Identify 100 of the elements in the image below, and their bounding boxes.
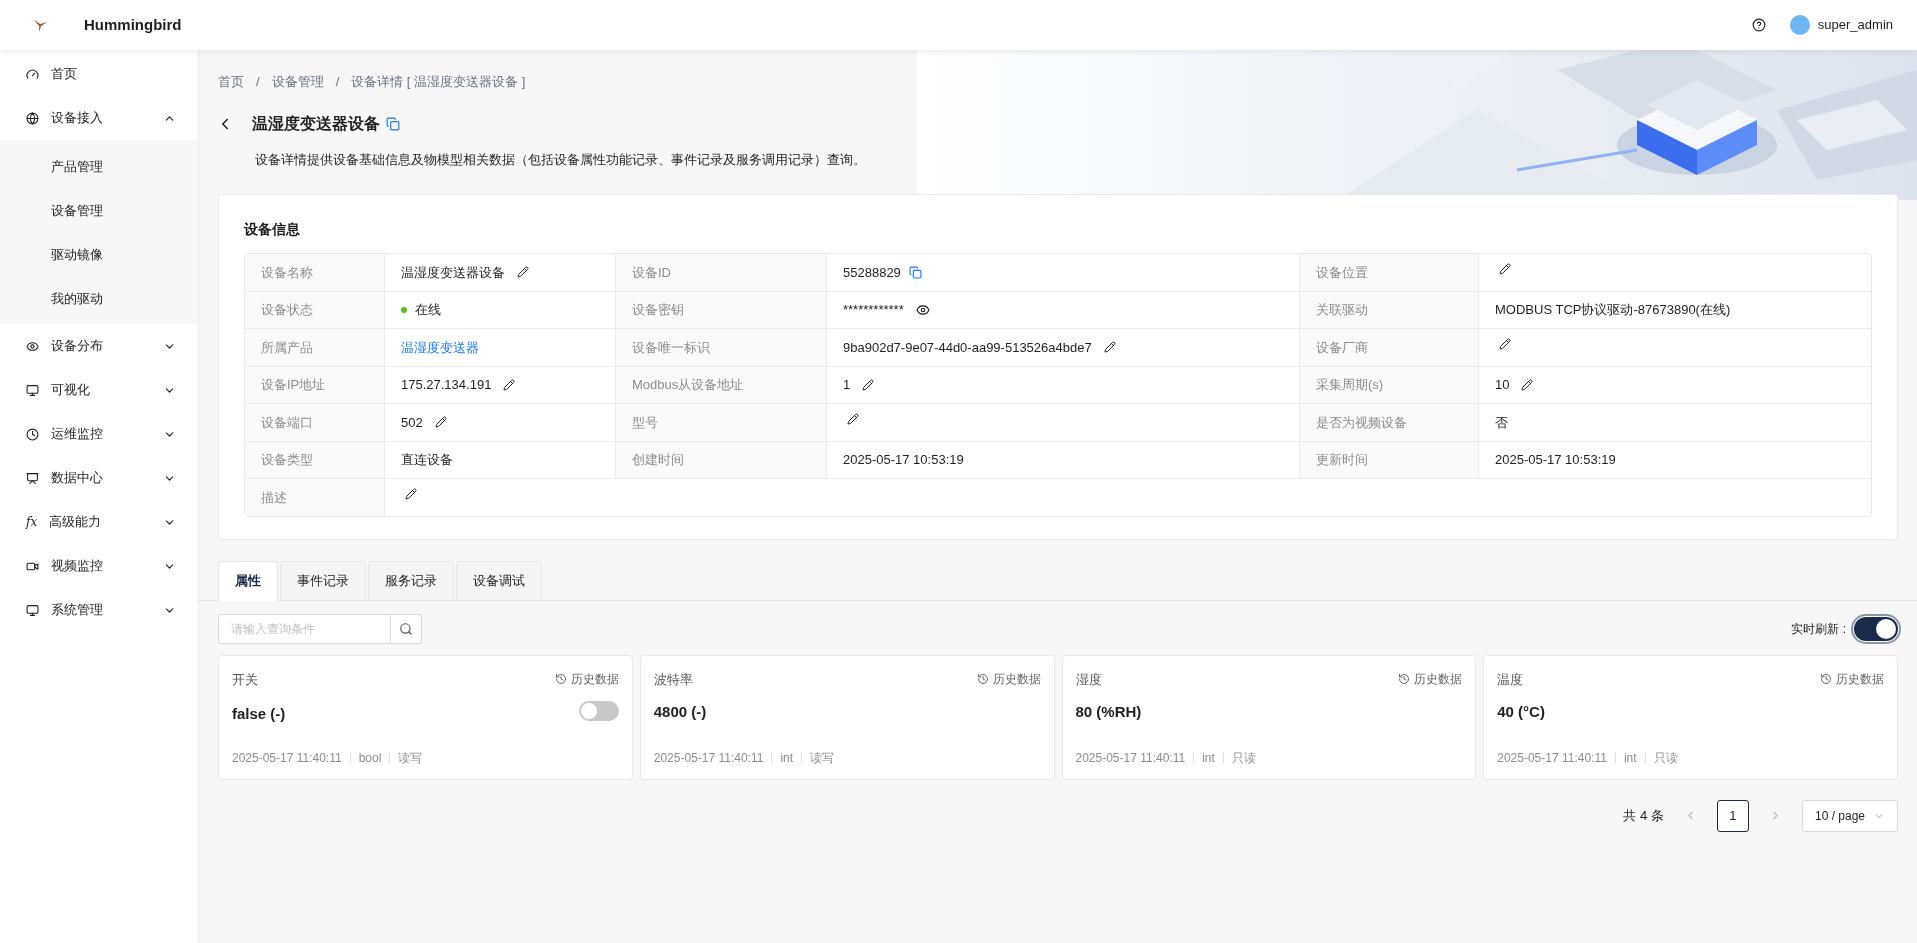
property-value: 80 (%RH): [1075, 702, 1142, 722]
access-mode: 读写: [398, 749, 423, 767]
edit-icon[interactable]: [434, 416, 447, 429]
field-value: 175.27.134.191: [401, 376, 492, 394]
edit-icon[interactable]: [862, 378, 875, 391]
field-value: 10: [1495, 376, 1510, 394]
data-type: bool: [358, 749, 382, 767]
sidebar-item[interactable]: 设备分布: [0, 324, 198, 368]
realtime-refresh-label: 实时刷新 :: [1791, 620, 1846, 638]
dashboard-icon: [26, 67, 39, 81]
history-link[interactable]: 历史数据: [570, 670, 619, 689]
field-label: 设备密钥: [615, 291, 827, 328]
sidebar-item[interactable]: 运维监控: [0, 412, 198, 456]
field-label: 设备状态: [245, 291, 385, 328]
breadcrumb-item[interactable]: 设备管理: [271, 72, 324, 92]
eye-icon: [26, 339, 39, 353]
edit-icon[interactable]: [1521, 378, 1534, 391]
field-value: 温湿度变送器设备: [401, 263, 505, 282]
field-label: 采集周期(s): [1299, 366, 1479, 403]
field-value: 55288829: [843, 263, 901, 282]
field-value: 在线: [415, 301, 441, 319]
search-field[interactable]: 请输入查询条件: [218, 613, 391, 644]
monitor-icon: [26, 603, 39, 617]
eye-icon[interactable]: [915, 302, 930, 317]
edit-icon[interactable]: [1103, 341, 1116, 354]
submenu-item[interactable]: 驱动镜像: [0, 233, 198, 277]
field-label: 设备位置: [1299, 254, 1479, 291]
sidebar-item[interactable]: 设备接入: [0, 96, 198, 140]
toggle-switch[interactable]: [578, 701, 619, 721]
access-mode: 只读: [1653, 749, 1678, 767]
product-link[interactable]: 温湿度变送器: [401, 337, 479, 357]
property-name: 温度: [1497, 670, 1524, 689]
monitor-icon: [26, 383, 39, 397]
page-size-select[interactable]: 10 / page: [1801, 799, 1898, 832]
page-number[interactable]: 1: [1716, 799, 1749, 832]
data-type: int: [1202, 749, 1215, 767]
edit-icon[interactable]: [503, 378, 516, 391]
field-value: 502: [401, 413, 423, 432]
edit-icon[interactable]: [1499, 337, 1511, 350]
search-icon: [399, 621, 413, 636]
copy-icon[interactable]: [908, 265, 922, 279]
edit-icon[interactable]: [847, 412, 859, 425]
sidebar-item[interactable]: fx 高级能力: [0, 500, 198, 544]
sidebar-item[interactable]: 数据中心: [0, 456, 198, 500]
edit-icon[interactable]: [1499, 262, 1511, 275]
sidebar-item[interactable]: 系统管理: [0, 588, 198, 632]
field-value: 直连设备: [401, 451, 453, 469]
history-link[interactable]: 历史数据: [1414, 670, 1463, 689]
breadcrumb-separator: /: [334, 73, 341, 91]
field-value: 2025-05-17 10:53:19: [843, 451, 964, 469]
tab[interactable]: 属性: [218, 560, 278, 601]
field-label: 描述: [245, 479, 385, 516]
access-mode: 只读: [1231, 749, 1256, 767]
edit-icon[interactable]: [517, 266, 529, 279]
sidebar-item[interactable]: 首页: [0, 52, 198, 96]
help-icon[interactable]: [1751, 18, 1766, 32]
breadcrumb-item[interactable]: 首页: [218, 72, 244, 92]
field-label: 设备IP地址: [245, 366, 385, 403]
tab[interactable]: 服务记录: [368, 560, 454, 601]
total-count: 共 4 条: [1623, 806, 1664, 825]
field-label: 设备名称: [245, 254, 385, 291]
function-icon: fx: [26, 513, 38, 531]
field-value: MODBUS TCP协议驱动-87673890(在线): [1495, 301, 1731, 319]
toggle-switch[interactable]: [1854, 616, 1898, 641]
field-value: 1: [843, 376, 851, 394]
property-value: 4800 (-): [653, 702, 707, 722]
tab[interactable]: 事件记录: [280, 560, 366, 601]
sidebar-item[interactable]: 可视化: [0, 368, 198, 412]
field-label: 是否为视频设备: [1299, 404, 1479, 441]
field-label: Modbus从设备地址: [615, 366, 827, 403]
history-icon: [976, 673, 989, 686]
copy-icon[interactable]: [386, 116, 400, 131]
breadcrumb-item: 设备详情 [ 温湿度变送器设备 ]: [351, 73, 526, 91]
field-label: 设备端口: [245, 404, 385, 441]
field-label: 创建时间: [615, 441, 827, 478]
tab[interactable]: 设备调试: [456, 560, 542, 601]
history-link[interactable]: 历史数据: [1836, 670, 1884, 689]
history-link[interactable]: 历史数据: [992, 670, 1041, 689]
field-label: 设备类型: [245, 441, 385, 478]
field-value: 否: [1495, 413, 1508, 432]
submenu-item[interactable]: 设备管理: [0, 189, 198, 233]
field-label: 更新时间: [1299, 441, 1479, 478]
field-label: 关联驱动: [1299, 291, 1479, 328]
history-icon: [554, 673, 567, 686]
timestamp: 2025-05-17 11:40:11: [1075, 749, 1186, 767]
data-type: int: [780, 749, 794, 767]
globe-icon: [26, 111, 39, 125]
search-button[interactable]: [391, 613, 422, 644]
history-icon: [1398, 673, 1411, 686]
breadcrumb-separator: /: [255, 73, 261, 91]
submenu-item[interactable]: 我的驱动: [0, 277, 198, 321]
section-title: 设备信息: [244, 220, 301, 239]
user-name[interactable]: super_admin: [1817, 15, 1893, 35]
property-name: 湿度: [1075, 670, 1102, 689]
edit-icon[interactable]: [405, 487, 417, 500]
property-name: 开关: [232, 670, 258, 689]
submenu-item[interactable]: 产品管理: [0, 145, 198, 189]
field-label: 设备厂商: [1299, 329, 1479, 366]
sidebar-item[interactable]: 视频监控: [0, 544, 198, 588]
history-icon: [1820, 673, 1832, 686]
